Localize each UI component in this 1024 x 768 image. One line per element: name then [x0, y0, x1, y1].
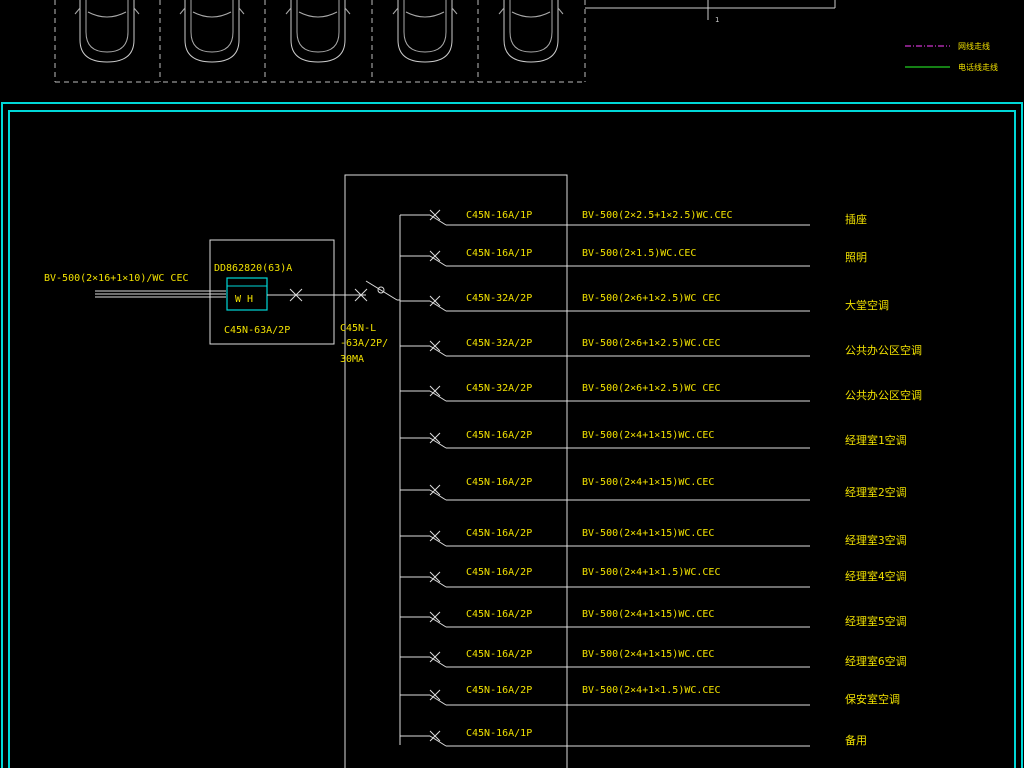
circuit-row: C45N-16A/2P BV-500(2×4+1×15)WC.CEC 经理室2空调	[400, 477, 907, 501]
breaker-label: C45N-16A/2P	[466, 430, 532, 441]
meter-breaker-label: C45N-63A/2P	[224, 325, 290, 336]
load-name: 公共办公区空调	[845, 388, 922, 402]
cable-spec: BV-500(2×1.5)WC.CEC	[582, 248, 696, 259]
breaker-label: C45N-16A/2P	[466, 609, 532, 620]
car-icon	[285, 0, 351, 63]
breaker-label: C45N-16A/2P	[466, 685, 532, 696]
load-name: 大堂空调	[845, 298, 889, 312]
main-breaker-label-line3: 30MA	[340, 354, 364, 365]
cable-spec: BV-500(2×4+1×1.5)WC.CEC	[582, 567, 720, 578]
distribution-board	[344, 174, 568, 768]
breaker-label: C45N-16A/1P	[466, 728, 532, 739]
breaker-label: C45N-16A/2P	[466, 567, 532, 578]
breaker-label: C45N-32A/2P	[466, 383, 532, 394]
cable-spec: BV-500(2×4+1×15)WC.CEC	[582, 649, 714, 660]
incoming-cable-label: BV-500(2×16+1×10)/WC CEC	[44, 273, 189, 284]
circuit-row: C45N-32A/2P BV-500(2×6+1×2.5)WC.CEC 公共办公区空…	[400, 338, 922, 357]
load-name: 备用	[845, 733, 867, 747]
circuit-row: C45N-16A/1P BV-500(2×1.5)WC.CEC 照明	[400, 248, 867, 267]
branch-circuits: C45N-16A/1P BV-500(2×2.5+1×2.5)WC.CEC 插座C4…	[400, 209, 922, 747]
circuit-row: C45N-16A/1P BV-500(2×2.5+1×2.5)WC.CEC 插座	[400, 209, 867, 226]
cable-spec: BV-500(2×2.5+1×2.5)WC.CEC	[582, 210, 733, 221]
circuit-row: C45N-32A/2P BV-500(2×6+1×2.5)WC CEC 大堂空调	[400, 293, 889, 312]
cable-spec: BV-500(2×4+1×15)WC.CEC	[582, 609, 714, 620]
load-name: 经理室6空调	[845, 654, 907, 668]
breaker-label: C45N-32A/2P	[466, 293, 532, 304]
circuit-row: C45N-16A/2P BV-500(2×4+1×1.5)WC.CEC 经理室4空调	[400, 567, 907, 588]
circuit-row: C45N-16A/2P BV-500(2×4+1×1.5)WC.CEC 保安室空调	[400, 685, 900, 706]
main-breaker-label-line1: C45N-L	[340, 323, 376, 334]
load-name: 经理室1空调	[845, 433, 907, 447]
circuit-row: C45N-16A/2P BV-500(2×4+1×15)WC.CEC 经理室3空调	[400, 528, 907, 547]
cable-spec: BV-500(2×4+1×15)WC.CEC	[582, 430, 714, 441]
meter-model: DD862820(63)A	[214, 263, 292, 274]
car-icon	[498, 0, 564, 63]
load-name: 公共办公区空调	[845, 343, 922, 357]
breaker-label: C45N-16A/1P	[466, 210, 532, 221]
cable-spec: BV-500(2×6+1×2.5)WC.CEC	[582, 338, 720, 349]
car-icon	[392, 0, 458, 63]
breaker-label: C45N-32A/2P	[466, 338, 532, 349]
circuit-row: C45N-16A/2P BV-500(2×4+1×15)WC.CEC 经理室6空调	[400, 649, 907, 668]
cad-drawing-canvas: 1 网线走线 电话线走线 BV-500(2×16+1×10)/WC CEC DD…	[1, 0, 1023, 768]
load-name: 保安室空调	[845, 692, 900, 706]
circuit-row: C45N-16A/2P BV-500(2×4+1×15)WC.CEC 经理室5空调	[400, 609, 907, 628]
car-icon	[179, 0, 245, 63]
legend-label-network: 网线走线	[958, 41, 990, 51]
breaker-label: C45N-16A/2P	[466, 477, 532, 488]
car-icon	[74, 0, 140, 63]
load-name: 经理室2空调	[845, 485, 907, 499]
incoming-feeder: BV-500(2×16+1×10)/WC CEC DD862820(63)A W…	[44, 239, 345, 345]
cable-spec: BV-500(2×6+1×2.5)WC CEC	[582, 383, 720, 394]
parking-area: 1	[54, 0, 836, 83]
circuit-row: C45N-32A/2P BV-500(2×6+1×2.5)WC CEC 公共办公区空…	[400, 383, 922, 402]
legend: 网线走线 电话线走线	[905, 41, 998, 72]
load-name: 经理室4空调	[845, 569, 907, 583]
main-breaker-label-line2: -63A/2P/	[340, 338, 388, 349]
cable-spec: BV-500(2×4+1×1.5)WC.CEC	[582, 685, 720, 696]
meter-label: W H	[235, 294, 253, 305]
circuit-row: C45N-16A/2P BV-500(2×4+1×15)WC.CEC 经理室1空调	[400, 430, 907, 449]
small-mark: 1	[715, 16, 719, 24]
cable-spec: BV-500(2×6+1×2.5)WC CEC	[582, 293, 720, 304]
breaker-label: C45N-16A/2P	[466, 528, 532, 539]
cable-spec: BV-500(2×4+1×15)WC.CEC	[582, 528, 714, 539]
load-name: 插座	[845, 212, 867, 226]
main-breaker: C45N-L -63A/2P/ 30MA	[340, 280, 400, 365]
load-name: 经理室5空调	[845, 614, 907, 628]
breaker-label: C45N-16A/2P	[466, 649, 532, 660]
load-name: 照明	[845, 251, 867, 264]
cable-spec: BV-500(2×4+1×15)WC.CEC	[582, 477, 714, 488]
load-name: 经理室3空调	[845, 533, 907, 547]
legend-label-phone: 电话线走线	[958, 62, 998, 72]
circuit-row: C45N-16A/1P 备用	[400, 728, 867, 747]
breaker-label: C45N-16A/1P	[466, 248, 532, 259]
